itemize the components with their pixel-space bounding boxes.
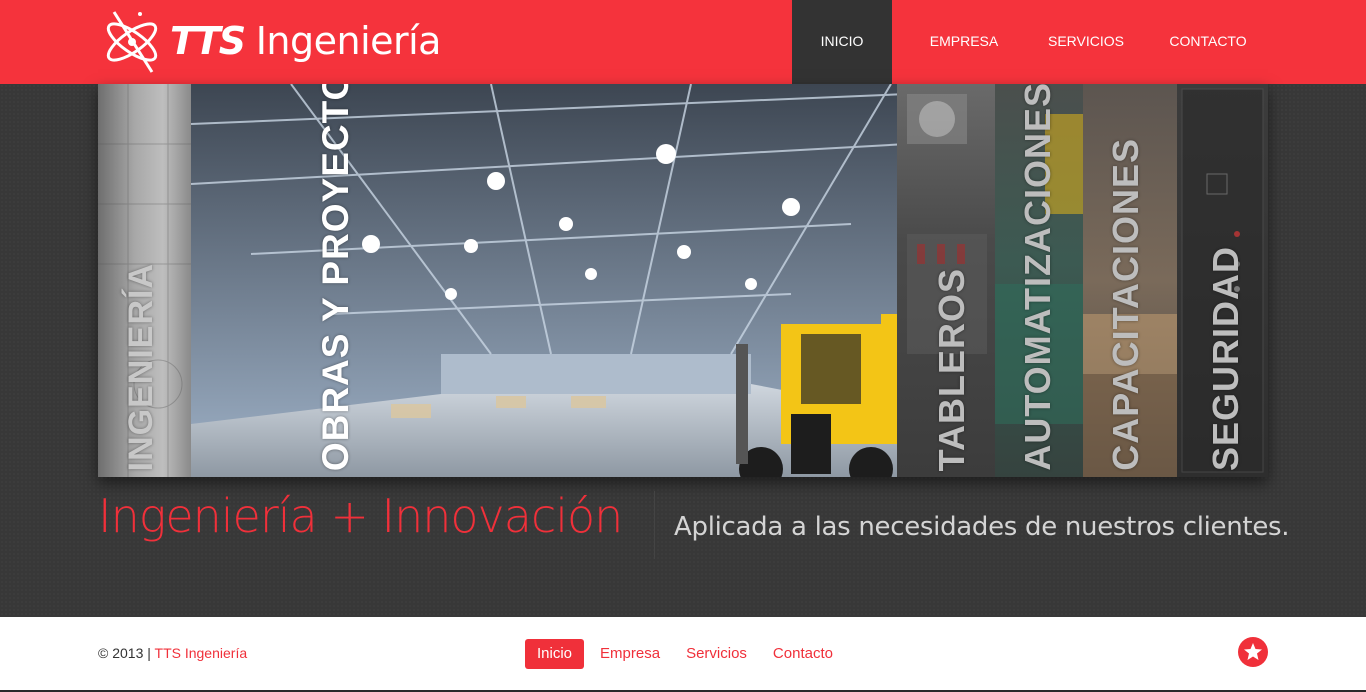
panel-label-tableros: TABLEROS (931, 267, 972, 471)
logo-suffix: Ingeniería (255, 19, 442, 63)
hero-section: INGENIERÍA OBRAS Y PROYECTOS TABLEROS AU… (0, 84, 1366, 617)
copyright: © 2013 | TTS Ingeniería (98, 645, 247, 661)
footer-nav-servicios[interactable]: Servicios (674, 639, 759, 669)
star-logo-icon[interactable] (1238, 637, 1268, 667)
panel-tableros[interactable]: TABLEROS (897, 84, 995, 477)
site-logo[interactable]: TTS Ingeniería (100, 4, 460, 78)
panel-seguridad[interactable]: SEGURIDAD (1177, 84, 1268, 477)
nav-contacto[interactable]: CONTACTO (1136, 0, 1280, 84)
nav-servicios[interactable]: SERVICIOS (1036, 0, 1136, 84)
services-accordion: INGENIERÍA OBRAS Y PROYECTOS TABLEROS AU… (98, 84, 1268, 477)
panel-obras-y-proyectos[interactable]: OBRAS Y PROYECTOS (191, 84, 907, 477)
panel-ingenieria[interactable]: INGENIERÍA (98, 84, 191, 477)
footer-nav-inicio[interactable]: Inicio (525, 639, 585, 669)
tagline-divider (654, 491, 655, 559)
panel-label-automatizaciones: AUTOMATIZACIONES (1017, 84, 1058, 471)
panel-automatizaciones[interactable]: AUTOMATIZACIONES (995, 84, 1083, 477)
tagline-headline: Ingeniería + Innovación (98, 489, 623, 543)
tagline-subheadline: Aplicada a las necesidades de nuestros c… (674, 512, 1290, 542)
panel-label-seguridad: SEGURIDAD (1205, 245, 1246, 471)
warehouse-image (191, 84, 907, 477)
star-glyph-icon (1244, 643, 1262, 660)
logo-prefix: TTS (170, 19, 246, 63)
footer-nav-empresa[interactable]: Empresa (588, 639, 672, 669)
logo-text: TTS Ingeniería (170, 4, 441, 78)
atom-logo-icon (106, 11, 158, 73)
copyright-text: © 2013 | (98, 645, 155, 661)
nav-inicio[interactable]: INICIO (792, 0, 892, 84)
footer-nav: Inicio Empresa Servicios Contacto (525, 639, 847, 669)
nav-empresa[interactable]: EMPRESA (892, 0, 1036, 84)
panel-capacitaciones[interactable]: CAPACITACIONES (1083, 84, 1177, 477)
footer-nav-contacto[interactable]: Contacto (761, 639, 845, 669)
main-nav: INICIO EMPRESA SERVICIOS CONTACTO (792, 0, 1280, 84)
panel-label-ingenieria: INGENIERÍA (122, 262, 160, 471)
panel-label-capacitaciones: CAPACITACIONES (1105, 138, 1146, 471)
panel-label-obras: OBRAS Y PROYECTOS (315, 84, 356, 471)
site-header: TTS Ingeniería INICIO EMPRESA SERVICIOS … (0, 0, 1366, 84)
site-footer: © 2013 | TTS Ingeniería Inicio Empresa S… (0, 617, 1366, 692)
copyright-brand-link[interactable]: TTS Ingeniería (155, 645, 248, 661)
